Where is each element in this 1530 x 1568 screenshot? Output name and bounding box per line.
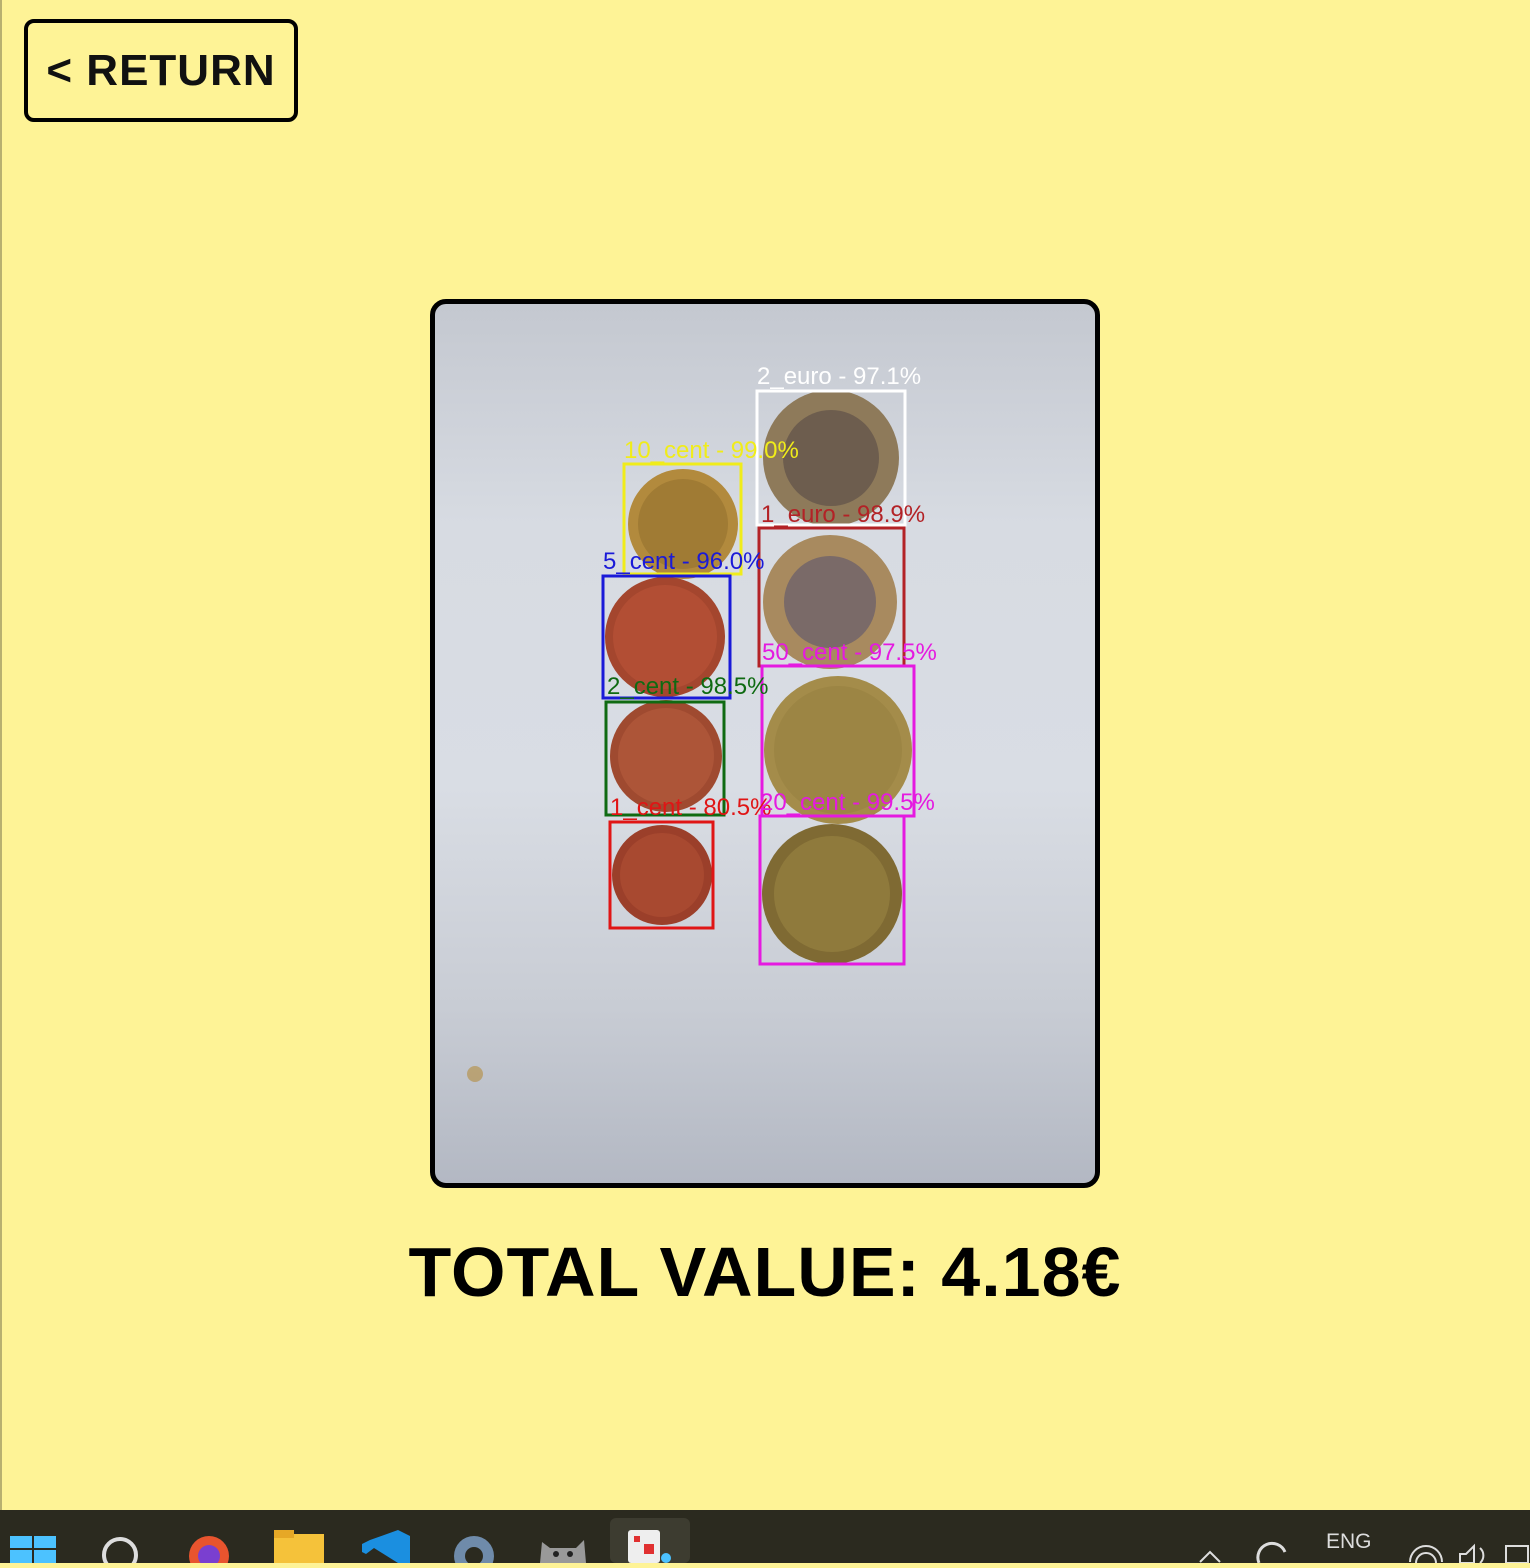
label-50-cent: 50_cent - 97.5% <box>762 639 937 666</box>
volume-icon[interactable] <box>1456 1510 1492 1564</box>
label-2-euro: 2_euro - 97.1% <box>757 363 921 390</box>
sync-icon[interactable] <box>1255 1510 1291 1564</box>
active-app-icon[interactable] <box>624 1510 676 1563</box>
vscode-icon[interactable] <box>360 1510 412 1563</box>
label-10-cent: 10_cent - 99.0% <box>624 437 799 464</box>
label-1-cent: 1_cent - 80.5% <box>610 794 771 821</box>
tray-chevron-up-icon[interactable] <box>1196 1510 1226 1563</box>
firefox-icon[interactable] <box>184 1510 234 1568</box>
coin-1-cent <box>612 825 712 925</box>
detection-result-image: 2_euro - 97.1% 10_cent - 99.0% 1_euro - … <box>430 299 1100 1188</box>
coin-20-cent <box>762 824 902 964</box>
file-explorer-icon[interactable] <box>272 1510 326 1563</box>
total-value-text: TOTAL VALUE: 4.18€ <box>408 1233 1122 1311</box>
label-5-cent: 5_cent - 96.0% <box>603 548 764 575</box>
label-2-cent: 2_cent - 98.5% <box>607 673 768 700</box>
windows-start-icon[interactable] <box>8 1510 58 1563</box>
language-indicator[interactable]: ENG <box>1326 1530 1372 1554</box>
return-button[interactable]: < RETURN <box>24 19 298 122</box>
stain <box>467 1066 483 1082</box>
label-1-euro: 1_euro - 98.9% <box>761 501 925 528</box>
search-icon[interactable] <box>98 1510 142 1568</box>
cat-app-icon[interactable] <box>536 1510 590 1563</box>
label-20-cent: 20_cent - 99.5% <box>760 789 935 816</box>
wifi-icon[interactable] <box>1406 1510 1446 1564</box>
settings-icon[interactable] <box>448 1510 500 1568</box>
battery-icon[interactable] <box>1504 1510 1530 1564</box>
taskbar: ENG <box>0 1510 1530 1568</box>
